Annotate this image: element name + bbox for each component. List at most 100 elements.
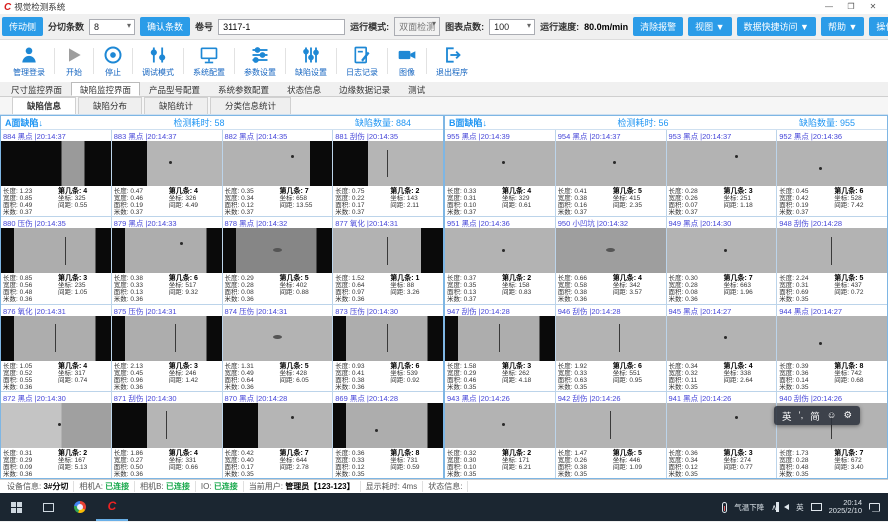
operator-side-button[interactable]: 操作侧 bbox=[869, 17, 888, 36]
defect-cell[interactable]: 876 氧化 |20:14:31长度: 1.05宽度: 0.52面积: 0.55… bbox=[1, 305, 111, 391]
main-tab-0[interactable]: 尺寸监控界面 bbox=[2, 82, 71, 96]
defect-cell[interactable]: 881 刮伤 |20:14:35长度: 0.75宽度: 0.22面积: 0.17… bbox=[333, 130, 443, 216]
defect-cell[interactable]: 949 黑点 |20:14:30长度: 0.30宽度: 0.28面积: 0.08… bbox=[667, 217, 777, 303]
defect-cell[interactable]: 873 压伤 |20:14:30长度: 0.93宽度: 0.41面积: 0.38… bbox=[333, 305, 443, 391]
status-value: 4ms bbox=[402, 482, 417, 491]
defect-panel-a: A面缺陷↓检测耗时: 58缺陷数量: 884884 黑点 |20:14:37长度… bbox=[0, 115, 444, 479]
defect-cell[interactable]: 880 压伤 |20:14:35长度: 0.85宽度: 0.56面积: 0.48… bbox=[1, 217, 111, 303]
gear-icon[interactable]: ⚙ bbox=[843, 410, 852, 421]
tool-param-settings[interactable]: 参数设置 bbox=[235, 40, 285, 82]
help-menu-button[interactable]: 帮助 ▼ bbox=[821, 17, 864, 36]
defect-cell[interactable]: 872 黑点 |20:14:30长度: 0.31宽度: 0.29面积: 0.09… bbox=[1, 392, 111, 478]
tool-defect-settings[interactable]: 缺陷设置 bbox=[286, 40, 336, 82]
roll-number-input[interactable] bbox=[218, 19, 345, 35]
data-quick-access-button[interactable]: 数据快捷访问 ▼ bbox=[737, 17, 816, 36]
defect-cell[interactable]: 940 刮伤 |20:14:26长度: 1.73宽度: 0.28面积: 0.48… bbox=[777, 392, 887, 478]
defect-image bbox=[445, 228, 555, 273]
main-tab-2[interactable]: 产品型号配置 bbox=[140, 82, 209, 96]
sub-tab-2[interactable]: 缺陷统计 bbox=[144, 97, 208, 114]
stats-left: 长度: 0.38宽度: 0.33面积: 0.13米数: 0.36 bbox=[114, 275, 169, 303]
defect-cell[interactable]: 942 刮伤 |20:14:26长度: 1.47宽度: 0.26面积: 0.38… bbox=[556, 392, 666, 478]
punctuation-toggle[interactable]: ’, bbox=[799, 410, 804, 421]
defect-cell[interactable]: 948 刮伤 |20:14:28长度: 2.24宽度: 0.31面积: 0.69… bbox=[777, 217, 887, 303]
defect-cell[interactable]: 875 压伤 |20:14:31长度: 2.13宽度: 0.45面积: 0.96… bbox=[112, 305, 222, 391]
defect-cell[interactable]: 955 黑点 |20:14:39长度: 0.33宽度: 0.31面积: 0.10… bbox=[445, 130, 555, 216]
main-tab-3[interactable]: 系统参数配置 bbox=[209, 82, 278, 96]
defect-cell-header: 873 压伤 |20:14:30 bbox=[333, 305, 443, 316]
status-label: IO: bbox=[201, 482, 214, 491]
defect-cell[interactable]: 952 黑点 |20:14:36长度: 0.45宽度: 0.42面积: 0.19… bbox=[777, 130, 887, 216]
defect-cell[interactable]: 869 黑点 |20:14:28长度: 0.36宽度: 0.33面积: 0.12… bbox=[333, 392, 443, 478]
confirm-count-button[interactable]: 确认条数 bbox=[140, 17, 190, 36]
sub-tab-0[interactable]: 缺陷信息 bbox=[12, 97, 76, 114]
simplified-toggle[interactable]: 简 bbox=[810, 409, 820, 423]
defect-cell[interactable]: 883 黑点 |20:14:37长度: 0.47宽度: 0.46面积: 0.19… bbox=[112, 130, 222, 216]
defect-cell[interactable]: 878 黑点 |20:14:32长度: 0.29宽度: 0.28面积: 0.08… bbox=[223, 217, 333, 303]
defect-cell[interactable]: 944 黑点 |20:14:27长度: 0.39宽度: 0.36面积: 0.14… bbox=[777, 305, 887, 391]
run-mode-select[interactable]: 双面检测 bbox=[394, 17, 440, 36]
defect-cell[interactable]: 882 黑点 |20:14:35长度: 0.35宽度: 0.34面积: 0.12… bbox=[223, 130, 333, 216]
defect-cell-header: 955 黑点 |20:14:39 bbox=[445, 130, 555, 141]
defect-cell[interactable]: 874 压伤 |20:14:31长度: 1.31宽度: 0.49面积: 0.64… bbox=[223, 305, 333, 391]
emoji-icon[interactable]: ☺ bbox=[827, 410, 837, 421]
defect-cell[interactable]: 951 黑点 |20:14:36长度: 0.37宽度: 0.35面积: 0.13… bbox=[445, 217, 555, 303]
drive-side-button[interactable]: 传动侧 bbox=[2, 17, 43, 36]
view-menu-button[interactable]: 视图 ▼ bbox=[688, 17, 731, 36]
chart-points-select[interactable]: 100 bbox=[489, 19, 535, 35]
defect-cell[interactable]: 946 刮伤 |20:14:28长度: 1.92宽度: 0.33面积: 0.63… bbox=[556, 305, 666, 391]
defect-cell[interactable]: 879 黑点 |20:14:33长度: 0.38宽度: 0.33面积: 0.13… bbox=[112, 217, 222, 303]
strip-count-select[interactable]: 8 bbox=[89, 19, 135, 35]
status-segment-0: 设备信息: 3#分切 bbox=[2, 481, 74, 492]
defect-cell-header: 875 压伤 |20:14:31 bbox=[112, 305, 222, 316]
tool-stop[interactable]: 停止 bbox=[94, 40, 132, 82]
browser-app-button[interactable] bbox=[64, 493, 96, 521]
tool-start[interactable]: 开始 bbox=[55, 40, 93, 82]
tool-exit-program[interactable]: 退出程序 bbox=[427, 40, 477, 82]
defect-image bbox=[333, 316, 443, 361]
main-tab-5[interactable]: 边缘数据记录 bbox=[330, 82, 399, 96]
weather-text[interactable]: 气温下降 bbox=[734, 502, 764, 513]
tool-admin-login[interactable]: 管理登录 bbox=[4, 40, 54, 82]
panel-title[interactable]: A面缺陷↓ bbox=[5, 116, 43, 129]
panel-title[interactable]: B面缺陷↓ bbox=[449, 116, 487, 129]
volume-icon[interactable] bbox=[784, 504, 789, 510]
tool-image[interactable]: 图像 bbox=[388, 40, 426, 82]
defect-cell[interactable]: 954 黑点 |20:14:37长度: 0.41宽度: 0.38面积: 0.16… bbox=[556, 130, 666, 216]
input-method-bar[interactable]: 英 ’, 简 ☺ ⚙ bbox=[774, 406, 860, 425]
notification-center-icon[interactable] bbox=[869, 503, 880, 512]
clear-alarm-button[interactable]: 清除报警 bbox=[633, 17, 683, 36]
main-tab-4[interactable]: 状态信息 bbox=[278, 82, 330, 96]
tool-debug-mode[interactable]: 调试模式 bbox=[133, 40, 183, 82]
clock[interactable]: 20:14 2025/2/10 bbox=[829, 499, 862, 515]
sub-tab-1[interactable]: 缺陷分布 bbox=[78, 97, 142, 114]
status-segment-3: IO: 已连接 bbox=[196, 481, 244, 492]
close-button[interactable]: ✕ bbox=[862, 0, 884, 14]
defect-cell[interactable]: 953 黑点 |20:14:37长度: 0.28宽度: 0.26面积: 0.07… bbox=[667, 130, 777, 216]
language-indicator[interactable]: 英 bbox=[796, 502, 804, 513]
maximize-button[interactable]: ❐ bbox=[840, 0, 862, 14]
minimize-button[interactable]: — bbox=[818, 0, 840, 14]
task-view-button[interactable] bbox=[32, 493, 64, 521]
lang-en-toggle[interactable]: 英 bbox=[782, 409, 792, 423]
defect-cell[interactable]: 871 刮伤 |20:14:30长度: 1.86宽度: 0.27面积: 0.50… bbox=[112, 392, 222, 478]
tool-system-config[interactable]: 系统配置 bbox=[184, 40, 234, 82]
defect-cell[interactable]: 941 黑点 |20:14:26长度: 0.36宽度: 0.34面积: 0.12… bbox=[667, 392, 777, 478]
defect-cell[interactable]: 947 刮伤 |20:14:28长度: 1.58宽度: 0.29面积: 0.46… bbox=[445, 305, 555, 391]
defect-cell[interactable]: 884 黑点 |20:14:37长度: 1.23宽度: 0.85面积: 0.49… bbox=[1, 130, 111, 216]
defect-cell[interactable]: 870 黑点 |20:14:28长度: 0.42宽度: 0.40面积: 0.17… bbox=[223, 392, 333, 478]
defect-cell[interactable]: 943 黑点 |20:14:26长度: 0.32宽度: 0.30面积: 0.10… bbox=[445, 392, 555, 478]
defect-cell-header: 874 压伤 |20:14:31 bbox=[223, 305, 333, 316]
stats-right: 第几条: 3坐标: 251间距: 1.18 bbox=[723, 188, 774, 216]
start-button[interactable] bbox=[0, 493, 32, 521]
main-tab-1[interactable]: 缺陷监控界面 bbox=[71, 82, 140, 96]
keyboard-icon[interactable] bbox=[811, 503, 822, 511]
defect-stats: 长度: 0.66宽度: 0.58面积: 0.38米数: 0.36第几条: 4坐标… bbox=[556, 273, 666, 303]
stats-left: 长度: 0.66宽度: 0.58面积: 0.38米数: 0.36 bbox=[558, 275, 613, 303]
defect-cell[interactable]: 950 小凹坑 |20:14:32长度: 0.66宽度: 0.58面积: 0.3… bbox=[556, 217, 666, 303]
defect-cell[interactable]: 877 氧化 |20:14:31长度: 1.52宽度: 0.64面积: 0.97… bbox=[333, 217, 443, 303]
main-tab-6[interactable]: 测试 bbox=[399, 82, 434, 96]
tool-log-record[interactable]: 日志记录 bbox=[337, 40, 387, 82]
defect-cell[interactable]: 945 黑点 |20:14:27长度: 0.34宽度: 0.32面积: 0.11… bbox=[667, 305, 777, 391]
sub-tab-3[interactable]: 分类信息统计 bbox=[210, 97, 291, 114]
inspection-app-button[interactable]: C bbox=[96, 493, 128, 521]
